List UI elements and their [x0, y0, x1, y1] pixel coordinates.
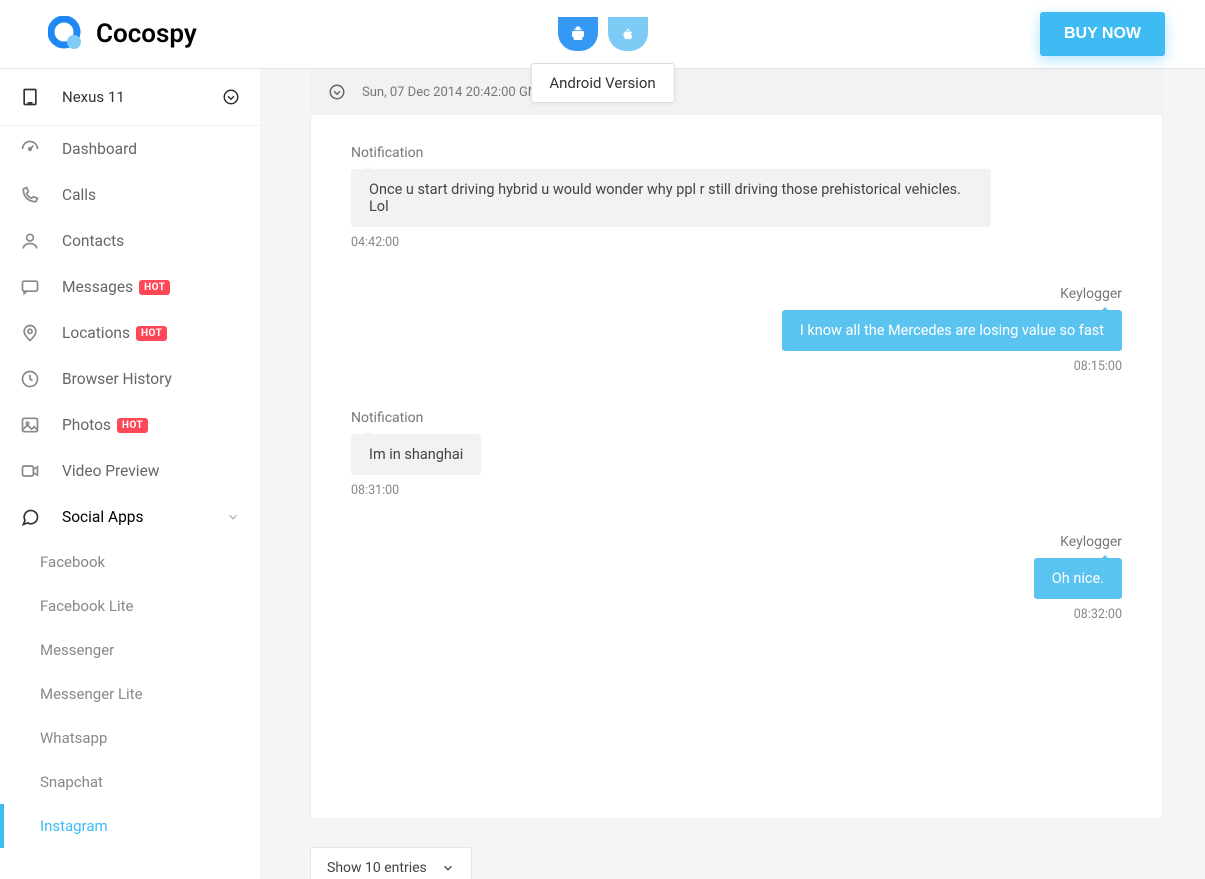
- sidebar-item-calls[interactable]: Calls: [0, 172, 260, 218]
- hot-badge: HOT: [117, 418, 148, 433]
- device-selector[interactable]: Nexus 11: [0, 69, 260, 126]
- message-bubble-in: Once u start driving hybrid u would wond…: [351, 169, 991, 227]
- main-content: Sun, 07 Dec 2014 20:42:00 GMT Notificati…: [260, 69, 1205, 879]
- social-sub-instagram[interactable]: Instagram: [0, 804, 260, 848]
- sidebar-item-locations[interactable]: Locations HOT: [0, 310, 260, 356]
- sidebar-item-label: Dashboard: [62, 140, 137, 158]
- show-entries-dropdown[interactable]: Show 10 entries: [310, 847, 472, 879]
- android-button[interactable]: [558, 17, 598, 51]
- sidebar-item-messages[interactable]: Messages HOT: [0, 264, 260, 310]
- date-header-text: Sun, 07 Dec 2014 20:42:00 GMT: [362, 85, 547, 100]
- person-icon: [20, 231, 44, 251]
- phone-icon: [20, 185, 44, 205]
- social-sub-facebook-lite[interactable]: Facebook Lite: [0, 584, 260, 628]
- ios-button[interactable]: [608, 17, 648, 51]
- sidebar-item-photos[interactable]: Photos HOT: [0, 402, 260, 448]
- speech-icon: [20, 507, 44, 527]
- message-bubble-out: Oh nice.: [1034, 558, 1122, 599]
- chat-body: Notification Once u start driving hybrid…: [310, 115, 1163, 819]
- sidebar-item-video-preview[interactable]: Video Preview: [0, 448, 260, 494]
- gauge-icon: [20, 139, 44, 159]
- sidebar-item-label: Locations: [62, 324, 130, 342]
- sidebar-item-label: Photos: [62, 416, 111, 434]
- apple-icon: [619, 25, 637, 43]
- pagination-row: Show 10 entries: [310, 847, 1163, 879]
- clock-icon: [20, 369, 44, 389]
- chevron-down-circle-icon: [222, 88, 240, 106]
- sidebar-item-dashboard[interactable]: Dashboard: [0, 126, 260, 172]
- message-time: 08:31:00: [351, 483, 1122, 498]
- hot-badge: HOT: [139, 280, 170, 295]
- social-sub-facebook[interactable]: Facebook: [0, 540, 260, 584]
- message-time: 04:42:00: [351, 235, 1122, 250]
- device-name: Nexus 11: [62, 88, 222, 106]
- sidebar-item-contacts[interactable]: Contacts: [0, 218, 260, 264]
- chevron-down-icon: [226, 510, 240, 524]
- image-icon: [20, 415, 44, 435]
- tablet-icon: [20, 87, 44, 107]
- sidebar-item-label: Browser History: [62, 370, 172, 388]
- message-time: 08:32:00: [1074, 607, 1122, 622]
- message-block: Keylogger I know all the Mercedes are lo…: [351, 286, 1122, 374]
- buy-now-button[interactable]: BUY NOW: [1040, 12, 1165, 56]
- logo-area[interactable]: Cocospy: [48, 16, 197, 52]
- sidebar-item-social-apps[interactable]: Social Apps: [0, 494, 260, 540]
- hot-badge: HOT: [136, 326, 167, 341]
- platform-tooltip: Android Version: [530, 63, 674, 103]
- brand-name: Cocospy: [96, 19, 197, 49]
- sidebar-item-label: Messages: [62, 278, 133, 296]
- brand-logo-icon: [48, 16, 84, 52]
- app-header: Cocospy Android Version BUY NOW: [0, 0, 1205, 68]
- sidebar-item-label: Social Apps: [62, 508, 144, 526]
- message-time: 08:15:00: [1074, 359, 1122, 374]
- video-icon: [20, 461, 44, 481]
- sender-label: Keylogger: [1060, 534, 1122, 550]
- message-block: Notification Once u start driving hybrid…: [351, 145, 1122, 250]
- sidebar-item-label: Contacts: [62, 232, 124, 250]
- show-entries-label: Show 10 entries: [327, 860, 427, 876]
- message-bubble-out: I know all the Mercedes are losing value…: [782, 310, 1122, 351]
- social-sub-whatsapp[interactable]: Whatsapp: [0, 716, 260, 760]
- message-block: Notification Im in shanghai 08:31:00: [351, 410, 1122, 498]
- android-icon: [569, 25, 587, 43]
- social-sub-snapchat[interactable]: Snapchat: [0, 760, 260, 804]
- sidebar-item-browser-history[interactable]: Browser History: [0, 356, 260, 402]
- chevron-down-circle-icon: [328, 83, 346, 101]
- sidebar: Nexus 11 Dashboard Calls Contacts Messag…: [0, 69, 260, 879]
- chat-icon: [20, 277, 44, 297]
- sender-label: Notification: [351, 145, 1122, 161]
- social-sub-messenger[interactable]: Messenger: [0, 628, 260, 672]
- sidebar-item-label: Calls: [62, 186, 96, 204]
- date-header-row[interactable]: Sun, 07 Dec 2014 20:42:00 GMT: [310, 69, 1163, 115]
- pin-icon: [20, 323, 44, 343]
- sender-label: Notification: [351, 410, 1122, 426]
- message-bubble-in: Im in shanghai: [351, 434, 481, 475]
- sender-label: Keylogger: [1060, 286, 1122, 302]
- message-block: Keylogger Oh nice. 08:32:00: [351, 534, 1122, 622]
- social-sub-messenger-lite[interactable]: Messenger Lite: [0, 672, 260, 716]
- platform-switcher: Android Version: [558, 17, 648, 51]
- chevron-down-icon: [441, 861, 455, 875]
- sidebar-item-label: Video Preview: [62, 462, 159, 480]
